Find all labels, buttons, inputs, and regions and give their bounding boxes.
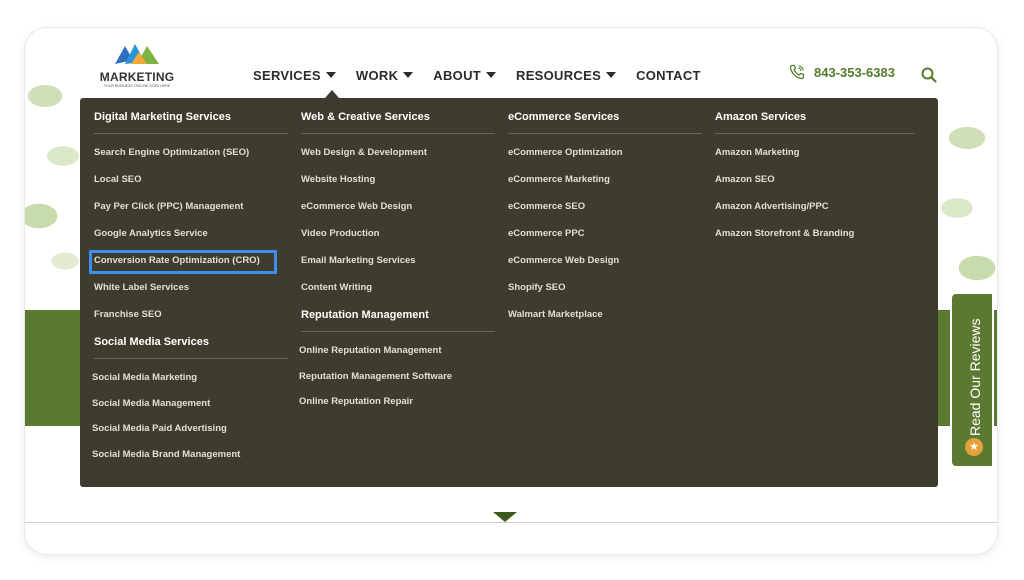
phone-number: 843-353-6383	[814, 64, 895, 80]
menu-link-walmart[interactable]: Walmart Marketplace	[508, 306, 702, 333]
menu-link-content[interactable]: Content Writing	[301, 279, 495, 306]
menu-link-franchise-seo[interactable]: Franchise SEO	[94, 306, 288, 333]
search-icon[interactable]	[921, 67, 937, 83]
cro-highlight-box	[89, 250, 277, 274]
heading-digital-marketing: Digital Marketing Services	[94, 108, 288, 134]
phone-link[interactable]: 843-353-6383	[789, 64, 895, 80]
menu-link-local-seo[interactable]: Local SEO	[94, 171, 288, 198]
heading-reputation: Reputation Management	[301, 306, 495, 332]
heading-social-media: Social Media Services	[94, 333, 288, 359]
site-logo[interactable]: MARKETING YOUR BUSINESS TAGLINE GOES HER…	[97, 42, 177, 90]
nav-contact[interactable]: CONTACT	[636, 65, 701, 85]
menu-link-social-marketing[interactable]: Social Media Marketing	[92, 369, 288, 395]
star-icon: ★	[965, 438, 983, 456]
nav-about-label: ABOUT	[433, 67, 481, 83]
menu-link-ecommerce-design[interactable]: eCommerce Web Design	[508, 252, 702, 279]
caret-down-icon	[486, 72, 496, 78]
nav-resources-label: RESOURCES	[516, 67, 602, 83]
services-mega-menu: Digital Marketing Services Search Engine…	[80, 98, 938, 487]
reviews-tab-label: Read Our Reviews	[967, 318, 983, 437]
heading-amazon: Amazon Services	[715, 108, 915, 134]
menu-link-amazon-ppc[interactable]: Amazon Advertising/PPC	[715, 198, 915, 225]
page-frame: MARKETING YOUR BUSINESS TAGLINE GOES HER…	[25, 28, 997, 554]
logo-text: MARKETING	[99, 70, 175, 84]
menu-link-ecommerce-marketing[interactable]: eCommerce Marketing	[508, 171, 702, 198]
nav-work[interactable]: WORK	[355, 65, 414, 85]
menu-link-video[interactable]: Video Production	[301, 225, 495, 252]
menu-link-ecommerce-web-design[interactable]: eCommerce Web Design	[301, 198, 495, 225]
menu-link-social-paid-ads[interactable]: Social Media Paid Advertising	[92, 420, 288, 446]
caret-down-icon	[325, 72, 336, 78]
heading-web-creative: Web & Creative Services	[301, 108, 495, 134]
nav-services[interactable]: SERVICES	[253, 65, 336, 85]
logo-tagline: YOUR BUSINESS TAGLINE GOES HERE	[103, 84, 171, 88]
menu-link-ecommerce-optimization[interactable]: eCommerce Optimization	[508, 144, 702, 171]
logo-mark-icon	[115, 44, 159, 64]
nav-work-label: WORK	[355, 67, 399, 83]
section-divider	[25, 522, 997, 523]
scroll-down-chevron-icon[interactable]	[493, 512, 517, 522]
menu-link-amazon-seo[interactable]: Amazon SEO	[715, 171, 915, 198]
menu-pointer	[325, 90, 339, 98]
menu-link-ppc[interactable]: Pay Per Click (PPC) Management	[94, 198, 288, 225]
menu-link-web-design[interactable]: Web Design & Development	[301, 144, 495, 171]
background-leaves-left	[25, 66, 85, 276]
nav-contact-label: CONTACT	[636, 67, 701, 83]
menu-link-reputation-repair[interactable]: Online Reputation Repair	[299, 393, 495, 419]
nav-about[interactable]: ABOUT	[433, 65, 496, 85]
column-ecommerce: eCommerce Services eCommerce Optimizatio…	[508, 108, 702, 333]
column-digital-marketing: Digital Marketing Services Search Engine…	[92, 108, 288, 472]
menu-link-amazon-storefront[interactable]: Amazon Storefront & Branding	[715, 225, 915, 252]
nav-services-label: SERVICES	[253, 67, 321, 83]
menu-link-seo[interactable]: Search Engine Optimization (SEO)	[94, 144, 288, 171]
menu-link-ecommerce-seo[interactable]: eCommerce SEO	[508, 198, 702, 225]
menu-link-online-reputation[interactable]: Online Reputation Management	[299, 342, 495, 368]
phone-icon	[789, 64, 805, 80]
menu-link-reputation-software[interactable]: Reputation Management Software	[299, 368, 495, 394]
menu-link-amazon-marketing[interactable]: Amazon Marketing	[715, 144, 915, 171]
nav-resources[interactable]: RESOURCES	[516, 65, 617, 85]
menu-link-white-label[interactable]: White Label Services	[94, 279, 288, 306]
menu-link-ecommerce-ppc[interactable]: eCommerce PPC	[508, 225, 702, 252]
column-amazon: Amazon Services Amazon Marketing Amazon …	[715, 108, 915, 252]
menu-link-email[interactable]: Email Marketing Services	[301, 252, 495, 279]
menu-link-google-analytics[interactable]: Google Analytics Service	[94, 225, 288, 252]
main-nav: SERVICES WORK ABOUT RESOURCES CONTACT	[253, 65, 721, 85]
read-reviews-tab[interactable]: Read Our Reviews ★	[950, 292, 994, 468]
menu-link-social-brand[interactable]: Social Media Brand Management	[92, 446, 288, 472]
heading-ecommerce: eCommerce Services	[508, 108, 702, 134]
menu-link-hosting[interactable]: Website Hosting	[301, 171, 495, 198]
column-web-creative: Web & Creative Services Web Design & Dev…	[299, 108, 495, 419]
menu-link-shopify-seo[interactable]: Shopify SEO	[508, 279, 702, 306]
menu-link-social-management[interactable]: Social Media Management	[92, 395, 288, 421]
caret-down-icon	[403, 72, 414, 78]
caret-down-icon	[606, 72, 617, 78]
